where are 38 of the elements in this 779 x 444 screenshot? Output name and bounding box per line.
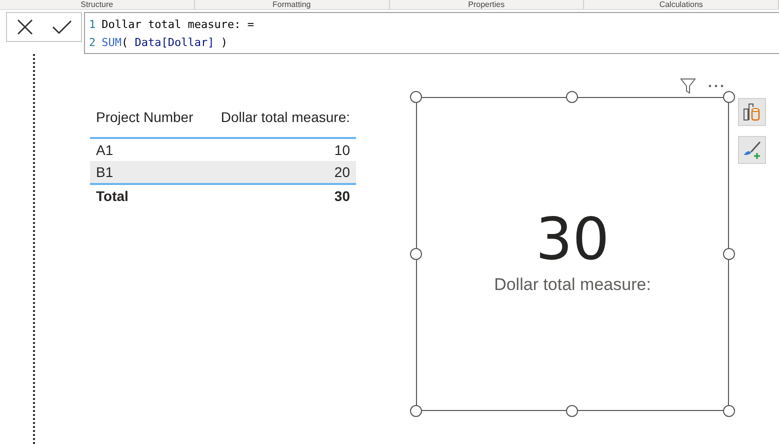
- checkmark-icon[interactable]: [52, 19, 72, 35]
- total-cell-text: Total: [96, 187, 128, 204]
- code-token: Dollar total measure: =: [102, 18, 254, 31]
- table-cell-text: B1: [96, 163, 114, 182]
- paintbrush-plus-icon: [742, 140, 762, 160]
- ribbon-tab[interactable]: Formatting: [194, 0, 390, 9]
- column-header[interactable]: Project Number: [96, 107, 194, 128]
- more-options-icon[interactable]: [708, 84, 724, 88]
- total-cell-text: 30: [334, 187, 350, 204]
- filter-icon[interactable]: [680, 78, 696, 94]
- card-label: Dollar total measure:: [494, 274, 651, 296]
- table-cell-text: A1: [96, 141, 114, 160]
- resize-handle[interactable]: [723, 405, 735, 417]
- chart-database-icon: [742, 102, 762, 122]
- resize-handle[interactable]: [410, 91, 422, 103]
- code-token: Data[Dollar]: [134, 36, 214, 49]
- resize-handle[interactable]: [723, 248, 735, 260]
- column-header[interactable]: Dollar total measure:: [220, 107, 350, 128]
- ribbon-tab[interactable]: Properties: [390, 0, 584, 9]
- cancel-icon[interactable]: [16, 18, 34, 36]
- code-token: (: [122, 36, 130, 49]
- resize-handle[interactable]: [566, 91, 578, 103]
- resize-handle[interactable]: [723, 91, 735, 103]
- code-token: SUM: [102, 36, 122, 49]
- resize-handle[interactable]: [566, 405, 578, 417]
- line-number: 1: [89, 18, 96, 31]
- code-token: ): [220, 36, 228, 49]
- resize-handle[interactable]: [410, 405, 422, 417]
- format-button[interactable]: [738, 136, 766, 164]
- ribbon-tab[interactable]: Calculations: [584, 0, 779, 9]
- ribbon-tab[interactable]: Structure: [0, 0, 195, 9]
- data-button[interactable]: [738, 98, 766, 126]
- table-cell-text: 20: [334, 163, 350, 182]
- resize-handle[interactable]: [410, 248, 422, 260]
- formula-editor[interactable]: 1 Dollar total measure: = 2 SUM( Data[Dollar] ): [84, 12, 779, 54]
- table-cell-text: 10: [334, 141, 350, 160]
- card-value: 30: [536, 210, 610, 268]
- line-number: 2: [89, 36, 96, 49]
